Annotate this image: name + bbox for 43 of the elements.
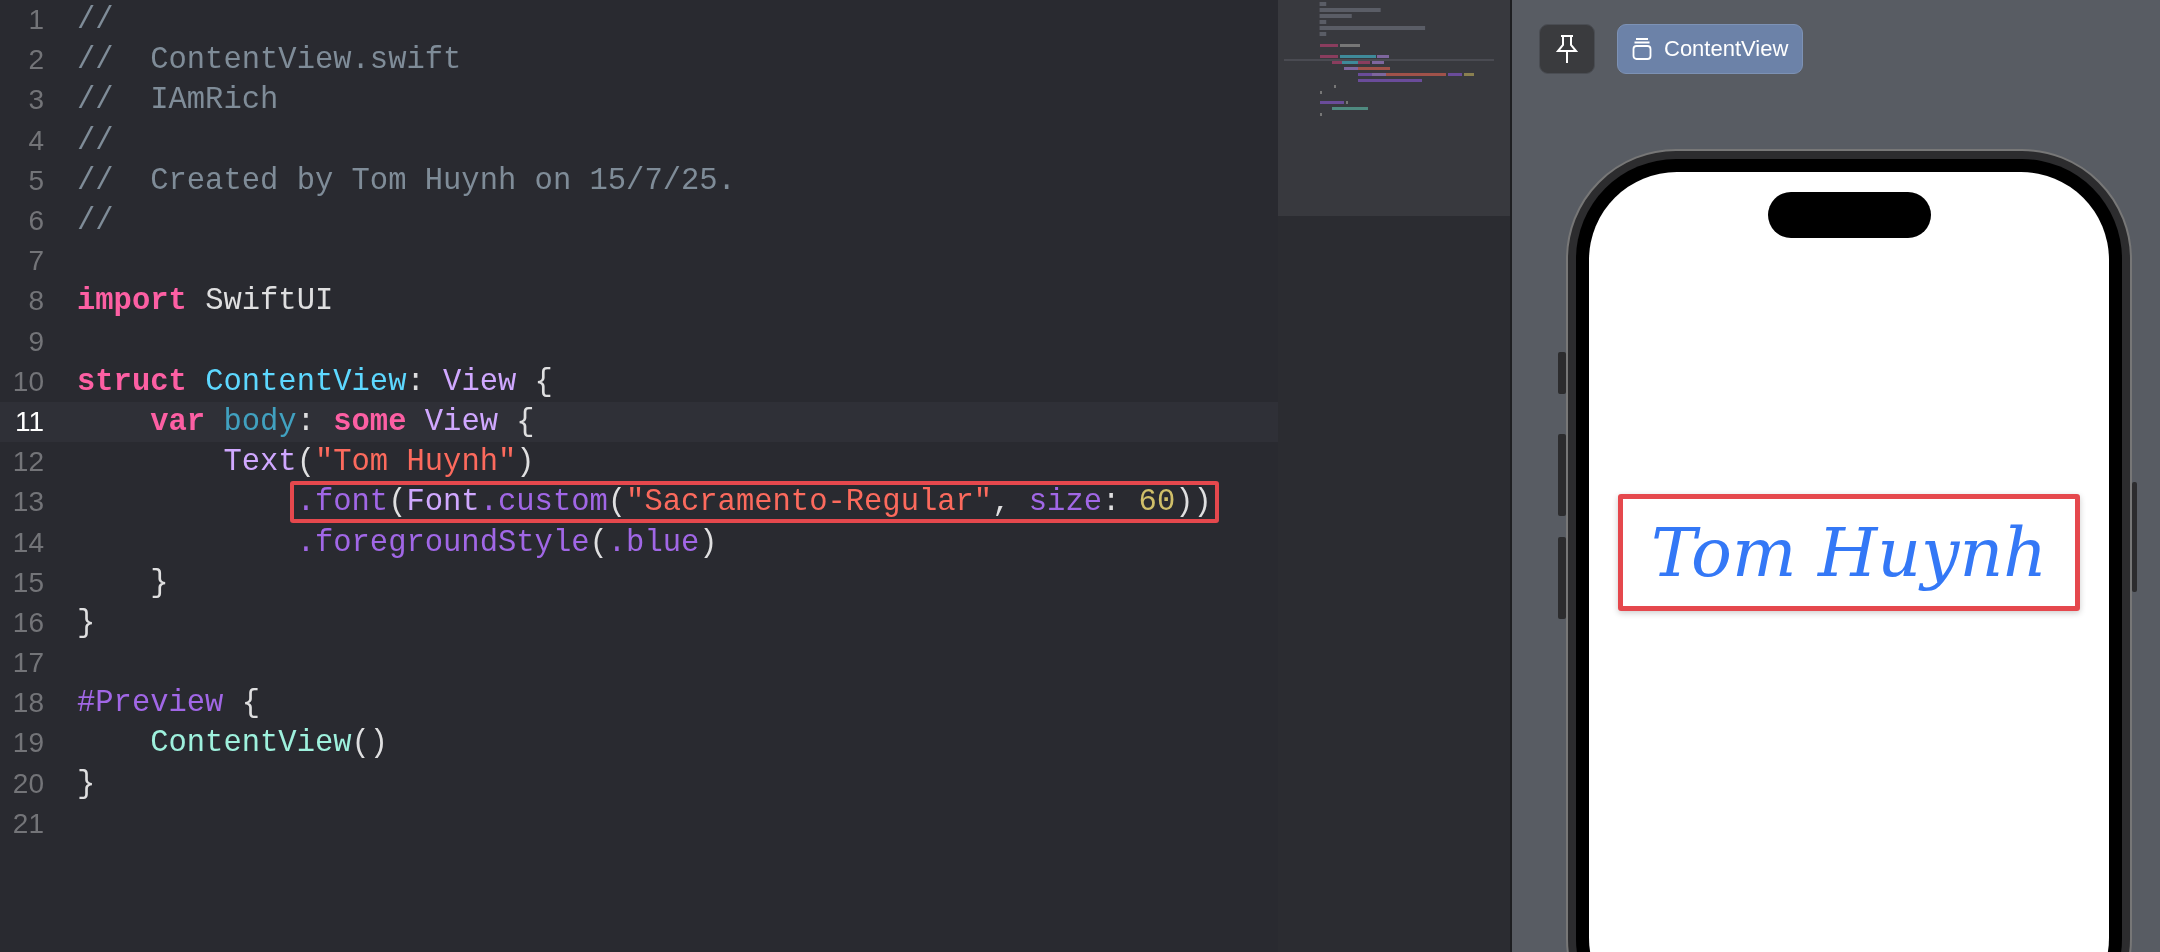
code-line: ContentView() [149, 726, 389, 761]
line-number: 2 [27, 44, 44, 77]
code-line: } [77, 766, 96, 801]
code-line: struct ContentView: View { [77, 364, 553, 399]
line-number: 17 [11, 647, 44, 680]
line-number: 12 [11, 446, 44, 479]
line-number: 18 [11, 687, 44, 720]
line-number: 4 [27, 124, 44, 157]
line-number: 21 [11, 807, 44, 840]
line-number: 8 [27, 285, 44, 318]
code-line: Text("Tom Huynh") [222, 445, 535, 480]
code-line: // ContentView.swift [77, 43, 462, 78]
code-line: // [77, 123, 114, 158]
line-number: 14 [11, 526, 44, 559]
pin-icon [1554, 34, 1580, 64]
line-number: 16 [11, 606, 44, 639]
code-line: // IAmRich [77, 83, 279, 118]
line-number: 3 [27, 84, 44, 117]
line-number: 19 [11, 727, 44, 760]
line-number: 5 [27, 164, 44, 197]
pin-button[interactable] [1539, 24, 1595, 74]
view-button[interactable]: ContentView [1617, 24, 1804, 74]
code-line: } [77, 605, 96, 640]
code-line: // [77, 3, 114, 38]
line-number: 11 [13, 405, 44, 438]
code-line: } [149, 565, 169, 600]
line-number: 6 [27, 205, 44, 238]
code-line: // Created by Tom Huynh on 15/7/25. [77, 163, 736, 198]
preview-text: Tom Huynh [1650, 513, 2048, 592]
line-number: 9 [27, 325, 44, 358]
code-line: import SwiftUI [77, 284, 334, 319]
code-line: .foregroundStyle(.blue) [295, 525, 718, 560]
code-line: // [77, 204, 114, 239]
line-number: 20 [11, 767, 44, 800]
line-number: 7 [27, 245, 44, 278]
stack-icon [1632, 37, 1652, 61]
code-line: #Preview { [77, 686, 261, 721]
line-number: 10 [11, 365, 44, 398]
code-line: var body: some View { [149, 404, 535, 439]
line-number: 15 [11, 566, 44, 599]
line-number: 1 [27, 4, 44, 37]
line-number: 13 [11, 486, 44, 519]
code-line: .font(Font.custom("Sacramento-Regular", size: 60)) [296, 485, 1212, 520]
